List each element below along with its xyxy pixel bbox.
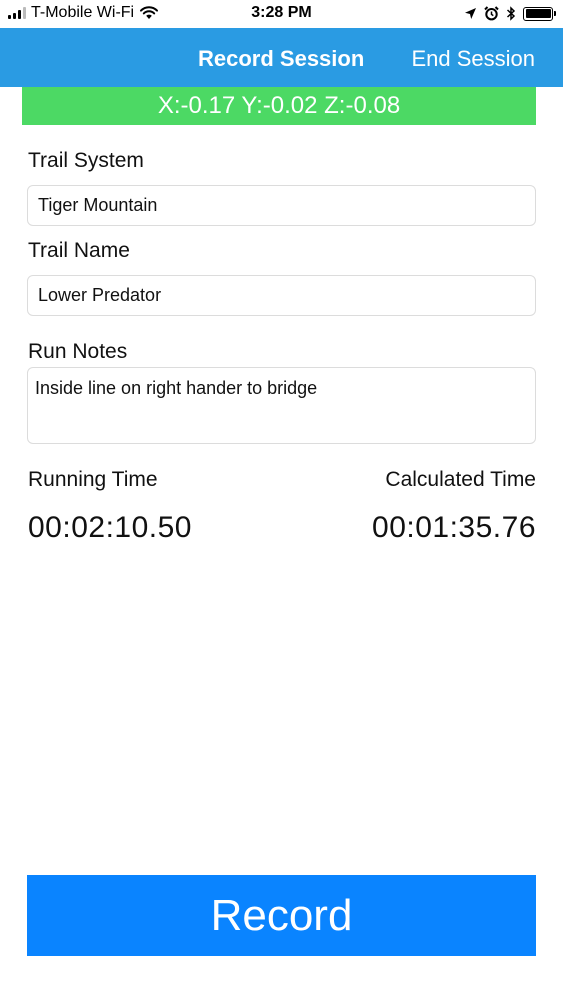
status-left: T-Mobile Wi-Fi: [8, 4, 159, 22]
calculated-time-label: Calculated Time: [385, 468, 536, 491]
bluetooth-icon: [506, 6, 516, 21]
nav-title: Record Session: [198, 46, 365, 71]
run-notes-textarea[interactable]: Inside line on right hander to bridge: [27, 367, 536, 444]
trail-system-label: Trail System: [28, 149, 144, 172]
carrier-name: T-Mobile Wi-Fi: [31, 4, 135, 21]
trail-name-label: Trail Name: [28, 239, 130, 262]
signal-bars-icon: [8, 7, 26, 19]
record-button[interactable]: Record: [27, 875, 536, 956]
accelerometer-readout: X:-0.17 Y:-0.02 Z:-0.08: [22, 87, 536, 125]
nav-bar: Record Session End Session: [0, 28, 563, 87]
location-arrow-icon: [465, 8, 476, 19]
end-session-button[interactable]: End Session: [411, 46, 535, 72]
calculated-time-value: 00:01:35.76: [372, 511, 536, 544]
running-time-label: Running Time: [28, 468, 158, 491]
running-time-value: 00:02:10.50: [28, 511, 192, 544]
battery-icon: [523, 6, 556, 21]
status-bar: T-Mobile Wi-Fi 3:28 PM: [0, 0, 563, 28]
alarm-clock-icon: [484, 6, 499, 21]
trail-name-field[interactable]: Lower Predator: [27, 275, 536, 316]
run-notes-label: Run Notes: [28, 340, 128, 363]
record-session-screen: T-Mobile Wi-Fi 3:28 PM Record Session En…: [0, 0, 563, 1000]
battery-fill: [525, 9, 551, 18]
wifi-icon: [140, 6, 159, 19]
status-right: [464, 6, 556, 21]
trail-system-field[interactable]: Tiger Mountain: [27, 185, 536, 226]
